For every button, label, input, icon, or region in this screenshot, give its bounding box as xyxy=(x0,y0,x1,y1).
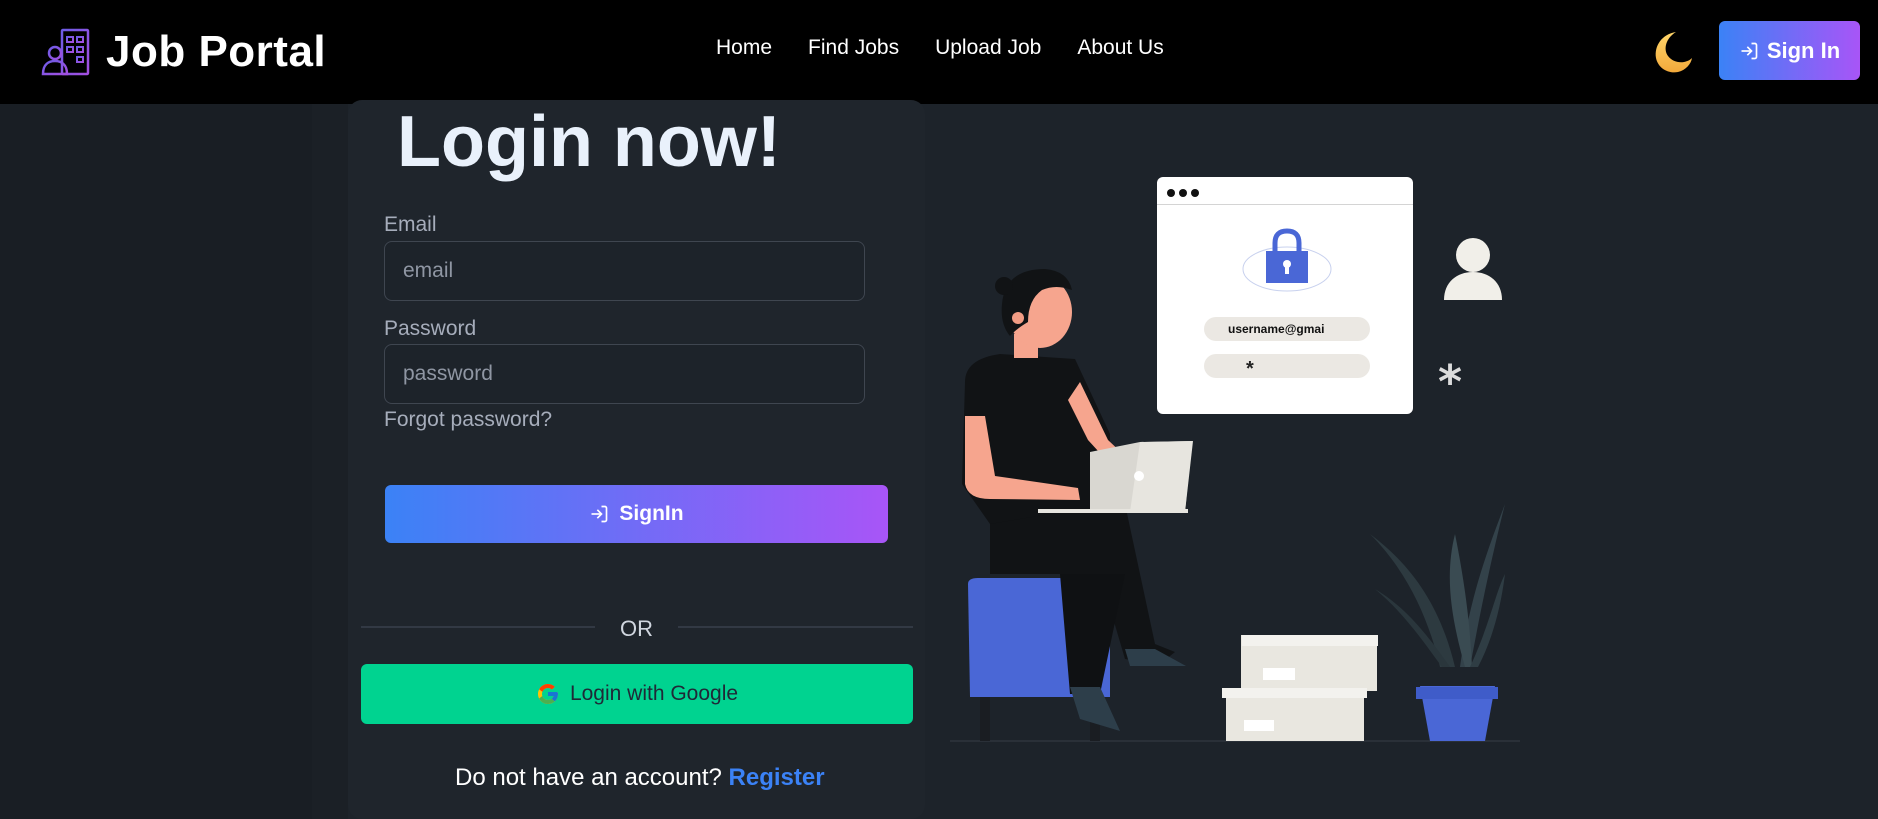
job-portal-logo-icon xyxy=(41,28,90,76)
left-background-strip xyxy=(0,104,312,819)
user-avatar-icon xyxy=(1444,238,1502,300)
navbar: Job Portal Home Find Jobs Upload Job Abo… xyxy=(0,0,1878,104)
register-link[interactable]: Register xyxy=(729,764,825,791)
nav-links: Home Find Jobs Upload Job About Us xyxy=(716,36,1164,60)
illustration-username-field: username@gmai xyxy=(1204,317,1370,341)
nav-signin-label: Sign In xyxy=(1766,37,1841,63)
google-icon xyxy=(537,684,558,704)
plant-icon xyxy=(1370,504,1505,741)
window-dot-icon xyxy=(1191,189,1199,197)
boxes-icon xyxy=(1222,635,1378,741)
window-dot-icon xyxy=(1179,189,1187,197)
or-divider-label: OR xyxy=(620,616,653,641)
nav-about-us-link[interactable]: About Us xyxy=(1077,36,1163,60)
window-dot-icon xyxy=(1167,189,1175,197)
forgot-password-link[interactable]: Forgot password? xyxy=(384,408,552,432)
email-input[interactable] xyxy=(384,241,865,301)
nav-signin-button[interactable]: Sign In xyxy=(1719,21,1860,80)
illustration-password-field: * xyxy=(1204,354,1370,380)
login-icon xyxy=(1741,42,1758,59)
nav-home-link[interactable]: Home xyxy=(716,36,772,60)
left-background-strip-inner xyxy=(312,104,348,819)
divider-left xyxy=(361,626,595,628)
window-title-bar-divider xyxy=(1157,204,1413,205)
login-ui-illustration-card: username@gmai * xyxy=(1157,177,1413,414)
page-title: Login now! xyxy=(397,102,781,182)
email-label: Email xyxy=(384,213,437,236)
divider-right xyxy=(678,626,913,628)
asterisk-icon: * xyxy=(1438,355,1462,409)
brand[interactable]: Job Portal xyxy=(40,26,326,78)
no-account-text: Do not have an account? xyxy=(455,764,722,791)
login-icon xyxy=(591,505,608,523)
nav-upload-job-link[interactable]: Upload Job xyxy=(935,36,1041,60)
signin-button[interactable]: SignIn xyxy=(385,485,888,543)
google-login-button[interactable]: Login with Google xyxy=(361,664,913,724)
google-login-label: Login with Google xyxy=(569,682,739,705)
nav-find-jobs-link[interactable]: Find Jobs xyxy=(808,36,899,60)
moon-icon[interactable] xyxy=(1646,28,1694,76)
password-label: Password xyxy=(384,317,477,340)
padlock-icon xyxy=(1242,228,1332,292)
register-prompt: Do not have an account? Register xyxy=(455,764,825,792)
brand-name: Job Portal xyxy=(106,27,327,76)
password-input[interactable] xyxy=(384,344,865,404)
signin-button-label: SignIn xyxy=(619,502,684,525)
